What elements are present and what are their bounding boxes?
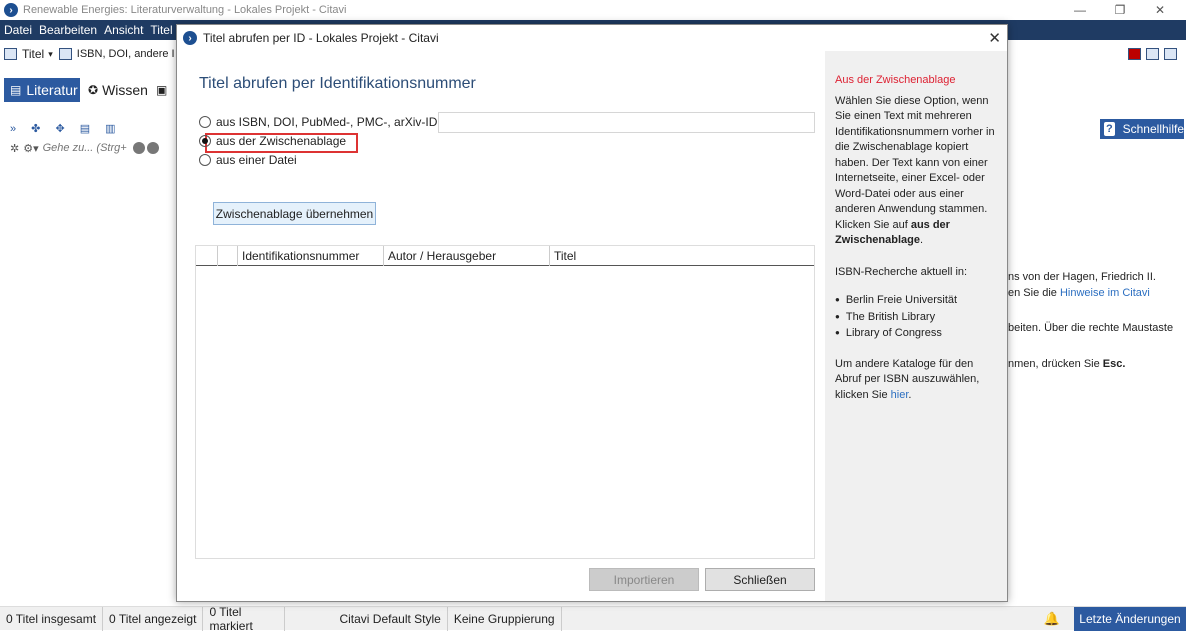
status-bar: 0 Titel insgesamt 0 Titel angezeigt 0 Ti… (0, 605, 1186, 633)
citavi-dialog-logo-icon: › (183, 31, 197, 45)
add-title-icon[interactable] (4, 48, 17, 60)
col-status[interactable] (218, 246, 238, 266)
chevron-down-icon[interactable]: ▾ (48, 49, 53, 60)
side-panel-desc: Wählen Sie diese Option, wenn Sie einen … (835, 94, 995, 247)
catalog-item: Berlin Freie Universität (835, 292, 999, 309)
search-row: ✲ ⚙▾ (10, 140, 159, 156)
menu-ansicht[interactable]: Ansicht (104, 23, 143, 37)
status-total: 0 Titel insgesamt (0, 606, 104, 631)
tab-literatur-label: Literatur (26, 82, 78, 98)
isbn-button-label[interactable]: ISBN, DOI, andere I (77, 48, 175, 60)
fetch-by-id-dialog: › Titel abrufen per ID - Lokales Projekt… (176, 24, 1008, 602)
side-panel-title: Aus der Zwischenablage (835, 74, 956, 86)
close-button[interactable]: Schließen (705, 568, 815, 591)
layout-icon-1[interactable] (1128, 48, 1141, 60)
back-icon[interactable] (132, 142, 145, 154)
other-catalogs-prefix: Um andere Kataloge für den Abruf per ISB… (835, 357, 980, 401)
col-id[interactable]: Identifikationsnummer (238, 246, 384, 266)
close-window-button[interactable]: ✕ (1140, 0, 1180, 20)
bg-text-4-prefix: nmen, drücken Sie (1008, 358, 1103, 370)
window-title: Renewable Energies: Literaturverwaltung … (23, 4, 347, 16)
help-side-panel: Aus der Zwischenablage Wählen Sie diese … (825, 51, 1007, 601)
radio-file-label: aus einer Datei (216, 153, 297, 167)
radio-isbn[interactable]: aus ISBN, DOI, PubMed-, PMC-, arXiv-ID (199, 114, 437, 130)
radio-file-circle[interactable] (199, 154, 211, 166)
menu-bearbeiten[interactable]: Bearbeiten (39, 23, 97, 37)
status-marked: 0 Titel markiert (203, 605, 286, 633)
radio-file[interactable]: aus einer Datei (199, 152, 297, 168)
window-titlebar: › Renewable Energies: Literaturverwaltun… (0, 0, 1186, 20)
titel-dropdown[interactable]: Titel (22, 47, 44, 61)
radio-isbn-circle[interactable] (199, 116, 211, 128)
catalog-item: Library of Congress (835, 325, 999, 342)
bg-text-2-prefix: en Sie die (1008, 287, 1060, 299)
col-author[interactable]: Autor / Herausgeber (384, 246, 550, 266)
hier-link[interactable]: hier (891, 389, 909, 401)
radio-clipboard-label: aus der Zwischenablage (216, 134, 347, 148)
results-table: Identifikationsnummer Autor / Herausgebe… (195, 245, 815, 559)
menu-datei[interactable]: Datei (4, 23, 32, 37)
status-style[interactable]: Citavi Default Style (333, 606, 448, 631)
bg-text-1: ns von der Hagen, Friedrich II. (1008, 271, 1156, 283)
quickhelp-button[interactable]: ? Schnellhilfe (1100, 119, 1184, 139)
layout-icon-2[interactable] (1146, 48, 1159, 60)
main-content-area (1008, 68, 1186, 606)
isbn-research-label: ISBN-Recherche aktuell in: (835, 265, 968, 278)
forward-icon[interactable] (146, 142, 159, 154)
radio-clipboard-circle[interactable] (199, 135, 211, 147)
other-catalogs-text: Um andere Kataloge für den Abruf per ISB… (835, 357, 980, 401)
dialog-close-icon[interactable]: ✕ (988, 29, 1001, 47)
col-title[interactable]: Titel (550, 246, 814, 266)
catalog-item: The British Library (835, 309, 999, 326)
bg-text-4: nmen, drücken Sie Esc. (1008, 358, 1125, 370)
filter-dropdown-icon[interactable]: ⚙▾ (23, 142, 38, 155)
import-button[interactable]: Importieren (589, 568, 699, 591)
status-grouping[interactable]: Keine Gruppierung (448, 606, 562, 631)
knowledge-icon: ✪ (88, 83, 99, 97)
hinweise-link[interactable]: Hinweise im Citavi (1060, 287, 1150, 299)
dialog-heading: Titel abrufen per Identifikationsnummer (199, 75, 476, 92)
tab-literatur[interactable]: ▤ Literatur (4, 78, 80, 102)
bell-icon[interactable]: 🔔 (1044, 611, 1060, 627)
dialog-title: Titel abrufen per ID - Lokales Projekt -… (203, 31, 439, 45)
recent-changes-button[interactable]: Letzte Änderungen (1074, 607, 1186, 631)
bg-text-3: beiten. Über die rechte Maustaste (1008, 322, 1174, 334)
tab-aufgaben-icon[interactable]: ▣ (156, 78, 167, 102)
maximize-button[interactable]: ❐ (1100, 0, 1140, 20)
list-tools-icons[interactable]: » ✤ ✥ ▤ ▥ (10, 122, 122, 135)
bg-text-2: en Sie die Hinweise im Citavi (1008, 287, 1150, 299)
minimize-button[interactable]: — (1060, 0, 1100, 20)
search-input[interactable] (42, 140, 131, 156)
citavi-logo-icon: › (4, 3, 18, 17)
title-list-pane (0, 156, 176, 606)
nav-tabs: ▤ Literatur ✪ Wissen ▣ (0, 74, 176, 104)
left-toolbar: » ✤ ✥ ▤ ▥ ✲ ⚙▾ (0, 116, 176, 156)
help-icon: ? (1104, 122, 1115, 136)
bg-text-4-bold: Esc. (1102, 358, 1126, 370)
table-header: Identifikationsnummer Autor / Herausgebe… (196, 246, 814, 266)
clipboard-import-button[interactable]: Zwischenablage übernehmen (213, 202, 376, 225)
book-icon: ▤ (10, 83, 22, 97)
radio-isbn-label: aus ISBN, DOI, PubMed-, PMC-, arXiv-ID (216, 115, 438, 129)
catalog-list: Berlin Freie Universität The British Lib… (835, 292, 999, 342)
side-panel-desc-text: Wählen Sie diese Option, wenn Sie einen … (835, 94, 995, 231)
menu-titel[interactable]: Titel (150, 23, 172, 37)
dialog-titlebar: › Titel abrufen per ID - Lokales Projekt… (177, 25, 1007, 51)
quickhelp-label: Schnellhilfe (1122, 122, 1184, 136)
status-shown: 0 Titel angezeigt (103, 606, 204, 631)
id-input[interactable] (438, 112, 815, 133)
isbn-icon[interactable] (58, 48, 72, 60)
radio-clipboard[interactable]: aus der Zwischenablage (199, 133, 346, 149)
tab-wissen[interactable]: ✪ Wissen (84, 78, 150, 102)
layout-icon-3[interactable] (1164, 48, 1177, 60)
col-check[interactable] (196, 246, 218, 266)
tab-wissen-label: Wissen (102, 82, 148, 98)
gear-icon[interactable]: ✲ (10, 142, 19, 155)
